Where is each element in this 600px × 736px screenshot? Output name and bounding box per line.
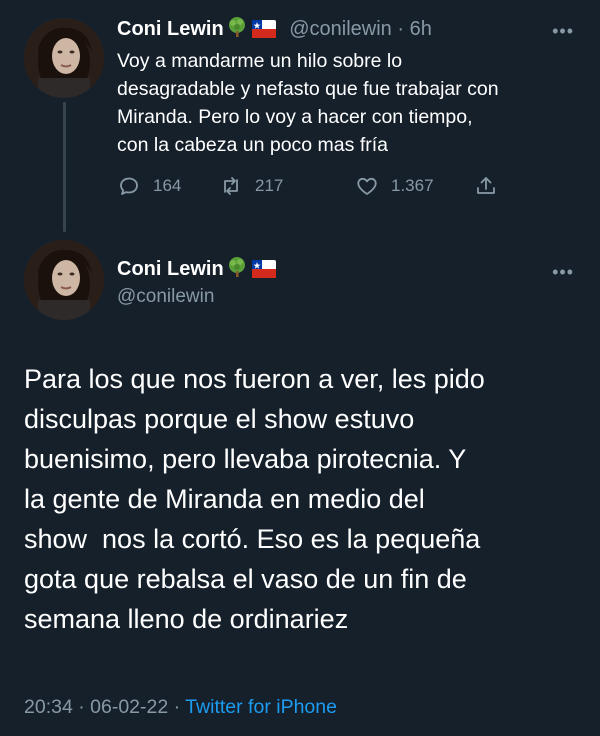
chile-flag-icon (251, 259, 276, 285)
author-name[interactable]: Coni Lewin (117, 258, 224, 280)
author-handle[interactable]: @conilewin (117, 285, 214, 309)
tree-icon (226, 256, 248, 285)
tweet-text-line: desagradable y nefasto que fue trabajar … (117, 78, 499, 100)
thread-connector-line (63, 102, 66, 232)
author-handle[interactable]: @conilewin (289, 18, 392, 40)
reply-icon (120, 177, 138, 195)
tweet-metadata: 20:34 · 06-02-22 · Twitter for iPhone (24, 694, 337, 720)
retweet-count: 217 (255, 176, 284, 195)
chile-flag-icon (251, 19, 276, 45)
retweet-button[interactable]: 217 (219, 174, 283, 198)
tweet-text-line: Voy a mandarme un hilo sobre lo (117, 50, 403, 72)
tree-icon (226, 16, 248, 45)
reply-button[interactable]: 164 (117, 174, 181, 198)
like-count: 1.367 (391, 176, 434, 195)
tweet-text-line: gota que rebalsa el vaso de un fin de (24, 564, 467, 594)
more-options-icon[interactable]: ••• (552, 263, 574, 281)
separator-dot: · (173, 696, 181, 718)
tweet-text-line: show nos la cortó. Eso es la pequeña (24, 524, 481, 554)
tweet2-body: Para los que nos fueron a ver, les pido … (24, 359, 584, 639)
tweet-text-line: Para los que nos fueron a ver, les pido (24, 364, 485, 394)
heart-icon (357, 177, 377, 195)
more-options-icon[interactable]: ••• (552, 22, 574, 40)
tweet-timestamp[interactable]: 20:34 (24, 696, 73, 718)
tweet-text-line: Miranda. Pero lo voy a hacer con tiempo, (117, 106, 473, 128)
tweet2-header: Coni Lewin (117, 256, 276, 285)
tweet-date[interactable]: 06-02-22 (90, 696, 168, 718)
author-name[interactable]: Coni Lewin (117, 18, 224, 40)
tweet-text-line: semana lleno de ordinariez (24, 604, 349, 634)
tweet1-header: Coni Lewin @conilewin · 6h (117, 16, 432, 45)
tweet1-body: Voy a mandarme un hilo sobre lo desagrad… (117, 47, 577, 159)
tweet-text-line: disculpas porque el show estuvo (24, 404, 415, 434)
reply-count: 164 (153, 176, 182, 195)
tweet-source-link[interactable]: Twitter for iPhone (185, 696, 337, 718)
tweet-time[interactable]: 6h (410, 18, 432, 40)
author-avatar[interactable] (24, 18, 104, 98)
avatar-photo (24, 240, 104, 320)
tweet-text-line: con la cabeza un poco mas fría (117, 134, 388, 156)
retweet-icon (224, 177, 238, 195)
share-icon (477, 177, 495, 194)
author-avatar[interactable] (24, 240, 104, 320)
tweet-text-line: buenisimo, pero llevaba pirotecnia. Y (24, 444, 467, 474)
like-button[interactable]: 1.367 (355, 174, 434, 198)
share-button[interactable] (474, 174, 510, 198)
separator-dot: · (78, 696, 85, 718)
tweet-actions: 164 217 1.367 (117, 174, 517, 204)
tweet-text-line: la gente de Miranda en medio del (24, 484, 425, 514)
separator-dot: · (397, 18, 405, 40)
avatar-photo (24, 18, 104, 98)
